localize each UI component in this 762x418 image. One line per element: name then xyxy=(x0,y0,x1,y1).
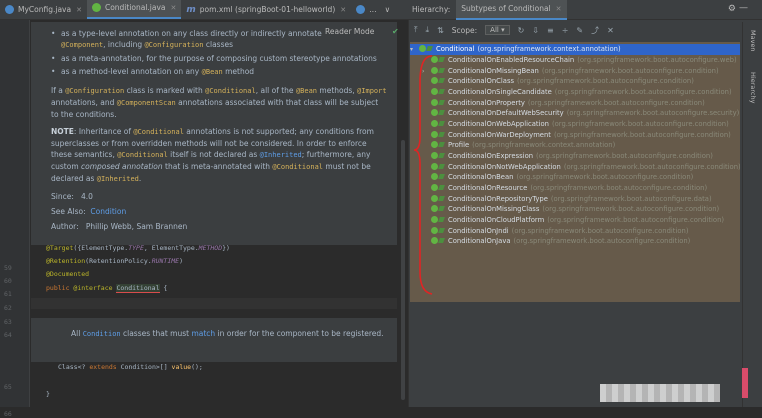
since-row: Since: 4.0 xyxy=(51,192,93,201)
line-number: 60 xyxy=(4,277,12,285)
line-number: 61 xyxy=(4,290,12,298)
line-number: 63 xyxy=(4,318,12,326)
status-marker xyxy=(742,368,748,398)
tab-label: … xyxy=(369,5,377,14)
hierarchy-side-tab[interactable]: Hierarchy xyxy=(749,72,757,103)
line-number: 59 xyxy=(4,264,12,272)
see-also-row: See Also: Condition xyxy=(51,207,127,216)
hierarchy-tree: ▾ Conditional (org.springframework.context… xyxy=(410,42,740,302)
condition-link[interactable]: Condition xyxy=(90,207,126,216)
line-number: 66 xyxy=(4,410,12,418)
red-bracket-annotation xyxy=(413,55,433,295)
java-class-icon xyxy=(5,5,14,14)
list-item: as a meta-annotation, for the purpose of… xyxy=(51,53,387,64)
class-icon xyxy=(356,5,366,14)
close-icon[interactable]: ✕ xyxy=(171,4,177,12)
subtypes-icon[interactable]: ⤓ xyxy=(426,25,430,35)
hierarchy-title: Hierarchy: xyxy=(412,5,451,14)
close-icon[interactable]: ✕ xyxy=(607,26,614,35)
hierarchy-toolbar: ⤒ ⤓ ⇅ Scope: All ▾ ↻ ⇩ ≡ ÷ ✎ ⤴ ✕ xyxy=(408,22,748,38)
expand-all-icon[interactable]: ≡ xyxy=(547,26,554,35)
code-line-documented[interactable]: @Documented xyxy=(46,270,89,278)
annotation-icon xyxy=(91,3,101,12)
supertypes-icon[interactable]: ⤒ xyxy=(414,25,418,35)
tab-label: pom.xml (springBoot-01-helloworld) xyxy=(199,5,336,14)
line-number: 62 xyxy=(4,304,12,312)
refresh-icon[interactable]: ↻ xyxy=(518,26,525,35)
close-icon[interactable]: ✕ xyxy=(340,6,346,14)
scope-select[interactable]: All ▾ xyxy=(485,25,510,35)
code-line-retention[interactable]: @Retention(RetentionPolicy.RUNTIME) xyxy=(46,257,183,265)
close-icon[interactable]: ✕ xyxy=(556,5,562,13)
export-icon[interactable]: ⤴ xyxy=(591,25,599,36)
tab-subtypes[interactable]: Subtypes of Conditional ✕ xyxy=(456,0,567,20)
hierarchy-header: Hierarchy: Subtypes of Conditional ✕ ⚙ — xyxy=(408,0,762,20)
doc-note: NOTE: Inheritance of @Conditional annota… xyxy=(51,127,374,183)
tabs-dropdown-icon[interactable]: ∨ xyxy=(382,0,394,19)
doc-paragraph: If a @Configuration class is marked with… xyxy=(51,86,387,119)
autoscroll-icon[interactable]: ⇩ xyxy=(532,26,539,35)
scope-label: Scope: xyxy=(451,25,478,35)
line-number: 65 xyxy=(4,383,12,391)
close-icon[interactable]: ✕ xyxy=(76,6,82,14)
gear-icon[interactable]: ⚙ xyxy=(728,4,736,14)
code-line-close[interactable]: } xyxy=(46,390,50,398)
rendered-javadoc-value: All Condition classes that must match in… xyxy=(31,318,397,362)
code-line-declaration[interactable]: public @interface Conditional { xyxy=(46,284,167,293)
list-item: as a method-level annotation on any @Bea… xyxy=(51,66,387,78)
line-number: 64 xyxy=(4,331,12,339)
rendered-javadoc: as a type-level annotation on any class … xyxy=(31,22,397,245)
reader-mode-toggle[interactable]: Reader Mode xyxy=(322,27,378,36)
code-line-value[interactable]: Class<? extends Condition>[] value(); xyxy=(58,363,203,371)
tab-overflow[interactable]: … xyxy=(351,0,382,19)
collapse-all-icon[interactable]: ÷ xyxy=(562,26,569,35)
sort-alpha-icon[interactable]: ⇅ xyxy=(437,26,444,35)
maven-side-tab[interactable]: Maven xyxy=(749,30,757,52)
tab-pom[interactable]: m pom.xml (springBoot-01-helloworld) ✕ xyxy=(181,0,351,19)
tab-conditional[interactable]: Conditional.java ✕ xyxy=(86,0,182,19)
tab-label: Conditional.java xyxy=(104,3,166,12)
current-line-highlight xyxy=(31,298,397,309)
pin-icon[interactable]: ✎ xyxy=(576,26,583,35)
line-gutter: 59 60 61 62 63 64 65 66 xyxy=(0,20,30,418)
editor-scrollbar[interactable] xyxy=(401,140,405,400)
tab-myconfig[interactable]: MyConfig.java ✕ xyxy=(0,0,87,19)
watermark-overlay xyxy=(600,384,720,402)
code-line-target[interactable]: @Target({ElementType.TYPE, ElementType.M… xyxy=(46,244,230,252)
right-tool-strip: Maven Hierarchy xyxy=(742,22,762,407)
maven-icon: m xyxy=(186,4,196,15)
tab-label: MyConfig.java xyxy=(18,5,72,14)
class-name: Conditional xyxy=(116,284,160,293)
editor-tab-bar: MyConfig.java ✕ Conditional.java ✕ m pom… xyxy=(0,0,408,20)
minimize-icon[interactable]: — xyxy=(739,3,748,13)
inspection-ok-icon: ✔ xyxy=(392,27,399,36)
author-row: Author: Phillip Webb, Sam Brannen xyxy=(51,222,188,231)
